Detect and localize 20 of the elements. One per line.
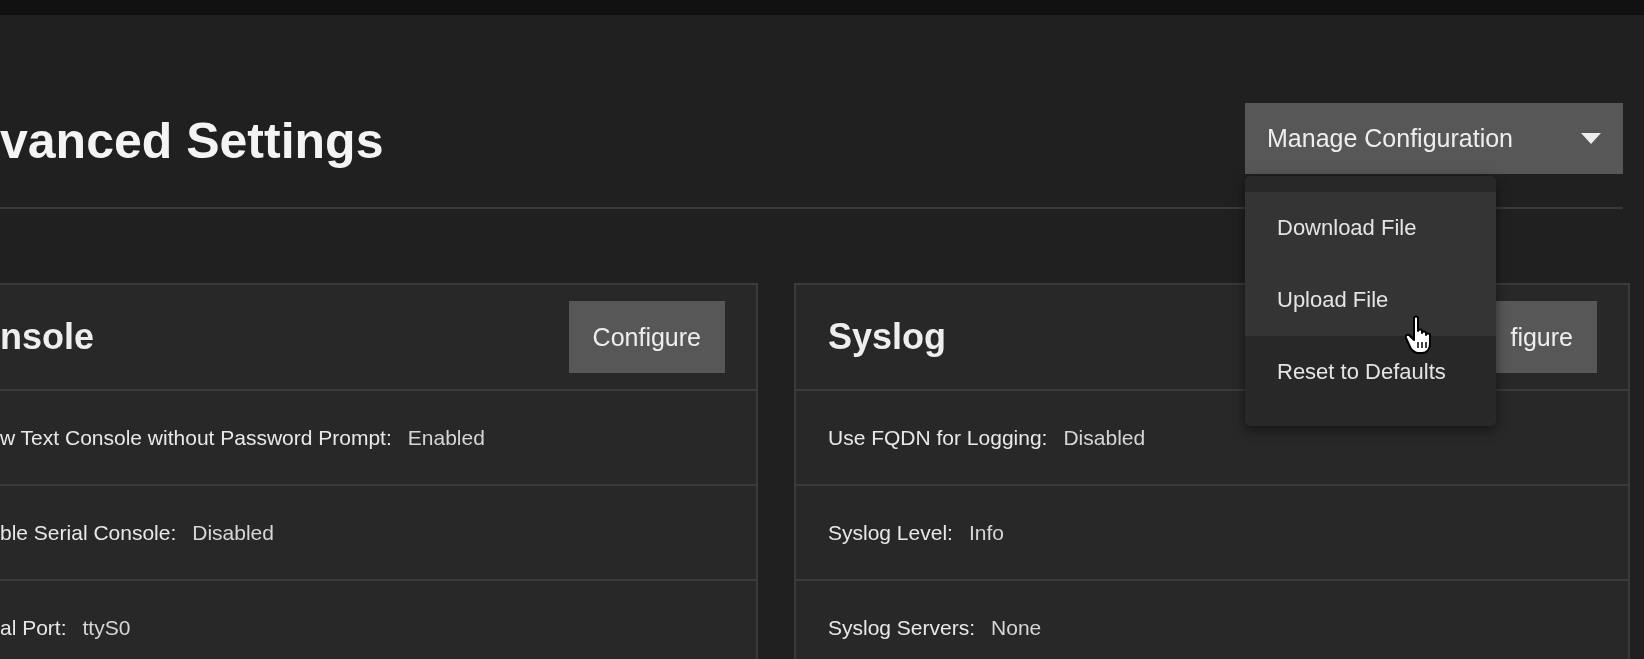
setting-value: None [991,615,1042,640]
setting-label: al Port: [0,615,67,640]
setting-value: ttyS0 [82,615,131,640]
card-title: nsole [0,316,95,358]
page-title: vanced Settings [0,112,384,170]
setting-value: Disabled [192,520,274,545]
configure-button[interactable]: Configure [568,301,725,373]
setting-label: Syslog Servers: [828,615,976,640]
card-title: Syslog [828,316,947,358]
menu-item[interactable]: Download File [1245,192,1496,264]
setting-value: Disabled [1063,425,1146,450]
setting-label: Use FQDN for Logging: [828,425,1048,450]
menu-item[interactable]: Upload File [1245,264,1496,336]
manage-configuration-button[interactable]: Manage Configuration [1245,102,1623,174]
setting-label: ble Serial Console: [0,520,177,545]
setting-label: Syslog Level: [828,520,953,545]
setting-value: Info [968,520,1004,545]
setting-label: w Text Console without Password Prompt: [0,425,392,450]
setting-value: Enabled [407,425,485,450]
caret-icon [1581,132,1601,144]
